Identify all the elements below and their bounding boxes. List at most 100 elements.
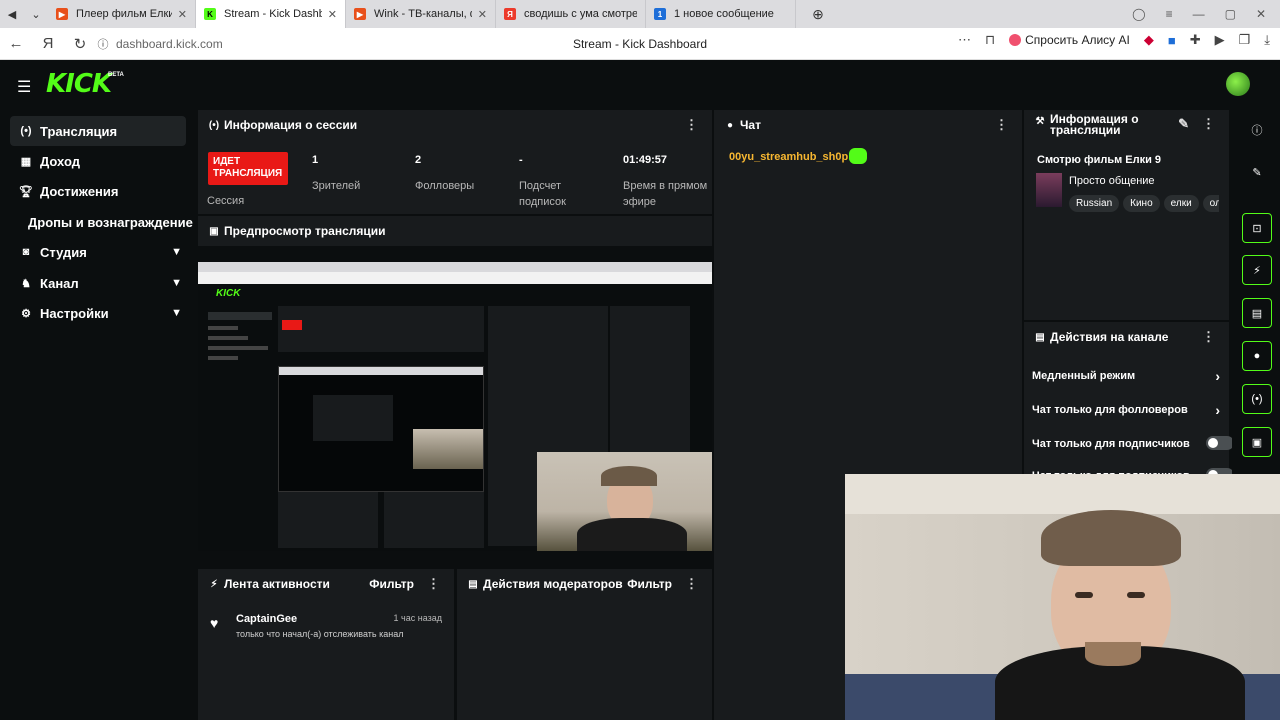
stream-info-panel: ⚒ Информация о трансляции ✎ ⋮ Смотрю фил… (1024, 110, 1229, 320)
settings-icon: ⚙ (21, 307, 31, 320)
more-options-icon[interactable]: ⋮ (1202, 329, 1215, 345)
close-icon[interactable]: ✕ (478, 8, 487, 21)
chevron-down-icon: ▼ (171, 246, 182, 258)
followers-value: 2 (415, 154, 422, 166)
close-window-icon[interactable]: ✕ (1256, 7, 1266, 21)
chat-bubble-icon[interactable]: ● (1242, 341, 1272, 371)
more-options-icon[interactable]: ⋮ (685, 117, 698, 133)
more-options-icon[interactable]: ⋮ (1202, 117, 1215, 130)
site-info-icon[interactable]: ⓘ (96, 36, 110, 52)
mod-actions-panel: ▤ Действия модераторов Фильтр ⋮ (457, 569, 712, 720)
panel-header: ⚒ Информация о трансляции ✎ ⋮ (1024, 110, 1229, 140)
browser-tab-5[interactable]: 1 1 новое сообщение (646, 0, 796, 28)
yandex-icon[interactable]: Я (32, 35, 64, 52)
info-icon[interactable]: ⓘ (1242, 115, 1272, 145)
sidebar-item-label: Настройки (40, 305, 109, 321)
sidebar-item-settings[interactable]: ⚙ Настройки ▼ (10, 298, 186, 328)
more-options-icon[interactable]: ⋮ (427, 576, 440, 592)
layout-icon[interactable]: ▣ (1242, 427, 1272, 457)
preview-browser-tabs (198, 262, 712, 272)
tag[interactable]: ол (1202, 195, 1219, 212)
document-icon: ▤ (468, 578, 478, 590)
tab-title: Плеер фильм Елки 9 (76, 8, 172, 20)
activity-text: только что начал(-а) отслеживать канал (236, 629, 404, 639)
chat-message-user[interactable]: 00yu_streamhub_sh0p: (729, 151, 852, 163)
action-label: Чат только для подписчиков (1032, 438, 1190, 450)
kick-favicon-icon: K (204, 8, 216, 20)
activity-time: 1 час назад (393, 613, 442, 623)
live-badge: ИДЕТ ТРАНСЛЯЦИЯ (208, 152, 288, 185)
alice-label: Спросить Алису AI (1025, 33, 1130, 47)
tag[interactable]: Кино (1123, 195, 1160, 212)
preview-sidebar (208, 312, 272, 392)
download-icon[interactable]: ⤓ (1264, 32, 1270, 48)
panel-header: ⚡︎ Лента активности Фильтр ⋮ (198, 569, 454, 599)
menu-icon[interactable]: ≡ (1166, 7, 1173, 21)
person-hair (1041, 510, 1181, 566)
heart-icon: ♥ (210, 615, 219, 631)
tab-title: Wink - ТВ-каналы, фильмы (374, 8, 472, 20)
edit-icon[interactable]: ✎ (1242, 157, 1272, 187)
extension-shield-icon[interactable]: ◆ (1144, 32, 1154, 48)
tag[interactable]: елки (1163, 195, 1199, 212)
broadcast-icon[interactable]: (•) (1242, 384, 1272, 414)
channel-actions-icon: ▤ (1035, 331, 1045, 343)
url-field[interactable]: dashboard.kick.com (116, 37, 223, 51)
avatar[interactable] (1226, 72, 1250, 96)
tag[interactable]: Russian (1069, 195, 1120, 212)
chevron-right-icon: › (1215, 368, 1220, 384)
back-icon[interactable]: ← (0, 35, 32, 52)
more-options-icon[interactable]: ⋮ (685, 576, 698, 592)
sidebar-item-studio[interactable]: ◙ Студия ▼ (10, 237, 186, 267)
lightning-icon[interactable]: ⚡︎ (1242, 255, 1272, 285)
activity-user[interactable]: CaptainGee (236, 613, 297, 625)
slow-mode-action[interactable]: Медленный режим › (1032, 368, 1220, 384)
browser-tab-1[interactable]: ▶ Плеер фильм Елки 9 ✕ (48, 0, 196, 28)
notes-icon[interactable]: ▤ (1242, 298, 1272, 328)
subs-label: Подсчет подписок (519, 180, 566, 208)
sidebar-item-broadcast[interactable]: (•) Трансляция (10, 116, 186, 146)
panel-header: ▣ Предпросмотр трансляции (198, 216, 712, 246)
more-options-icon[interactable]: ⋮ (995, 117, 1008, 133)
kick-logo[interactable]: KICK (46, 69, 112, 99)
viewers-value: 1 (312, 154, 319, 166)
edit-icon[interactable]: ✎ (1178, 117, 1189, 130)
panel-header: ▤ Действия модераторов Фильтр ⋮ (457, 569, 712, 599)
filter-button[interactable]: Фильтр (627, 577, 672, 591)
sidebar-item-label: Достижения (40, 183, 119, 199)
extension-translate-icon[interactable]: ■ (1168, 33, 1176, 48)
tab-list-icon[interactable]: ◀ (0, 3, 24, 25)
collections-icon[interactable]: ❐ (1239, 32, 1251, 48)
sidebar-item-achievements[interactable]: 🏆︎ Достижения (10, 176, 186, 206)
reload-icon[interactable]: ↻ (64, 35, 96, 53)
sidebar: (•) Трансляция ▦ Доход 🏆︎ Достижения Дро… (0, 107, 196, 720)
browser-tab-3[interactable]: ▶ Wink - ТВ-каналы, фильмы ✕ (346, 0, 496, 28)
kick-header: ☰ KICK BETA (0, 61, 1280, 107)
extensions-icon[interactable]: ✚ (1190, 32, 1201, 48)
chevron-down-icon: ▼ (171, 277, 182, 289)
screenshot-icon[interactable]: ⊡ (1242, 213, 1272, 243)
maximize-icon[interactable]: ▢ (1225, 7, 1236, 21)
subscribers-only-toggle[interactable] (1206, 436, 1234, 450)
filter-button[interactable]: Фильтр (369, 577, 414, 591)
ceiling (845, 474, 1280, 514)
session-label: Сессия (207, 195, 245, 207)
sidebar-item-income[interactable]: ▦ Доход (10, 146, 186, 176)
sidebar-item-drops[interactable]: Дропы и вознаграждение (28, 207, 196, 237)
profile-icon[interactable]: ◯ (1132, 7, 1145, 21)
chevron-right-icon: › (1215, 402, 1220, 418)
browser-tab-2[interactable]: K Stream - Kick Dashboard ✕ (196, 0, 346, 28)
followers-only-action[interactable]: Чат только для фолловеров › (1032, 402, 1220, 418)
new-tab-icon[interactable]: ⊕ (806, 3, 830, 25)
close-icon[interactable]: ✕ (178, 8, 187, 21)
media-icon[interactable]: ▶ (1215, 32, 1225, 48)
sidebar-item-channel[interactable]: ♞ Канал ▼ (10, 268, 186, 298)
alice-button[interactable]: Спросить Алису AI (1009, 33, 1130, 47)
chevron-down-icon[interactable]: ⌄ (24, 3, 48, 25)
minimize-icon[interactable]: — (1193, 7, 1205, 21)
browser-tab-4[interactable]: Я сводишь с ума смотреть (496, 0, 646, 28)
more-icon[interactable]: ⋯ (958, 32, 971, 48)
close-icon[interactable]: ✕ (328, 8, 337, 21)
menu-icon[interactable]: ☰ (17, 77, 31, 97)
bookmark-icon[interactable]: ⊓ (985, 32, 995, 48)
